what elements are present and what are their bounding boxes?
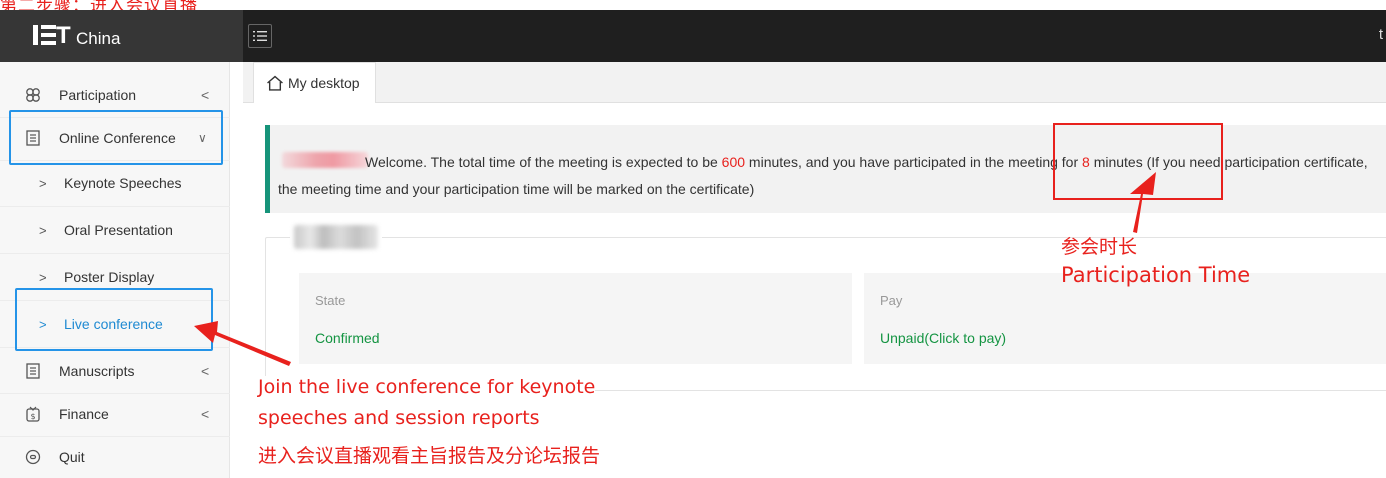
sidebar-item-finance[interactable]: $ Finance < [0,391,230,437]
chevron-right-icon: > [39,269,47,285]
state-card: State Confirmed [299,273,852,364]
pay-title: Pay [880,293,903,308]
sidebar-item-label: Finance [59,405,109,422]
chevron-left-icon: < [201,362,210,379]
redacted-legend [290,222,382,252]
user-menu[interactable]: t [1379,26,1383,43]
document-icon [25,362,41,379]
home-icon [267,75,283,91]
state-value: Confirmed [315,330,380,346]
top-header: T China t [0,10,1386,62]
logo[interactable]: T China [0,10,243,62]
sidebar-item-manuscripts[interactable]: Manuscripts < [0,348,230,394]
svg-text:$: $ [30,412,35,421]
logo-mark-icon [33,25,57,45]
annotation-highlight-online-conference [9,110,223,165]
sidebar-subitem-keynote-speeches[interactable]: > Keynote Speeches [0,160,230,207]
menu-toggle-button[interactable] [248,24,272,48]
sidebar-item-label: Quit [59,449,85,465]
chevron-left-icon: < [201,405,210,422]
pay-link[interactable]: Unpaid(Click to pay) [880,330,1006,346]
power-icon [25,449,41,465]
sidebar-subitem-oral-presentation[interactable]: > Oral Presentation [0,207,230,254]
sidebar-subitem-label: Keynote Speeches [64,175,182,191]
sidebar-subitem-label: Oral Presentation [64,222,173,238]
annotation-highlight-participation-time [1053,123,1223,200]
total-minutes: 600 [721,154,746,170]
sidebar-subitem-label: Poster Display [64,269,155,285]
tab-bar: My desktop [243,62,1386,103]
annotation-participation-time-en: Participation Time [1061,263,1251,287]
tab-label: My desktop [288,75,360,91]
tab-my-desktop[interactable]: My desktop [253,62,376,103]
logo-text: China [76,29,121,48]
sidebar-item-label: Manuscripts [59,362,135,379]
logo-letter: T [56,22,71,49]
chevron-right-icon: > [39,222,47,238]
annotation-participation-time-cn: 参会时长 [1061,236,1138,258]
sidebar-item-label: Participation [59,86,137,103]
annotation-highlight-live-conference [15,288,213,351]
chevron-left-icon: < [201,86,210,103]
top-annotation-text: 第二步骤：进入会议直播 [0,0,198,16]
annotation-live-line2: speeches and session reports [258,407,540,429]
clover-icon [25,87,41,103]
finance-icon: $ [25,406,41,422]
state-title: State [315,293,346,308]
annotation-live-cn: 进入会议直播观看主旨报告及分论坛报告 [258,445,601,467]
chevron-right-icon: > [39,175,47,191]
sidebar-item-quit[interactable]: Quit [0,434,230,478]
annotation-live-line1: Join the live conference for keynote [258,376,596,398]
list-icon [253,31,267,41]
